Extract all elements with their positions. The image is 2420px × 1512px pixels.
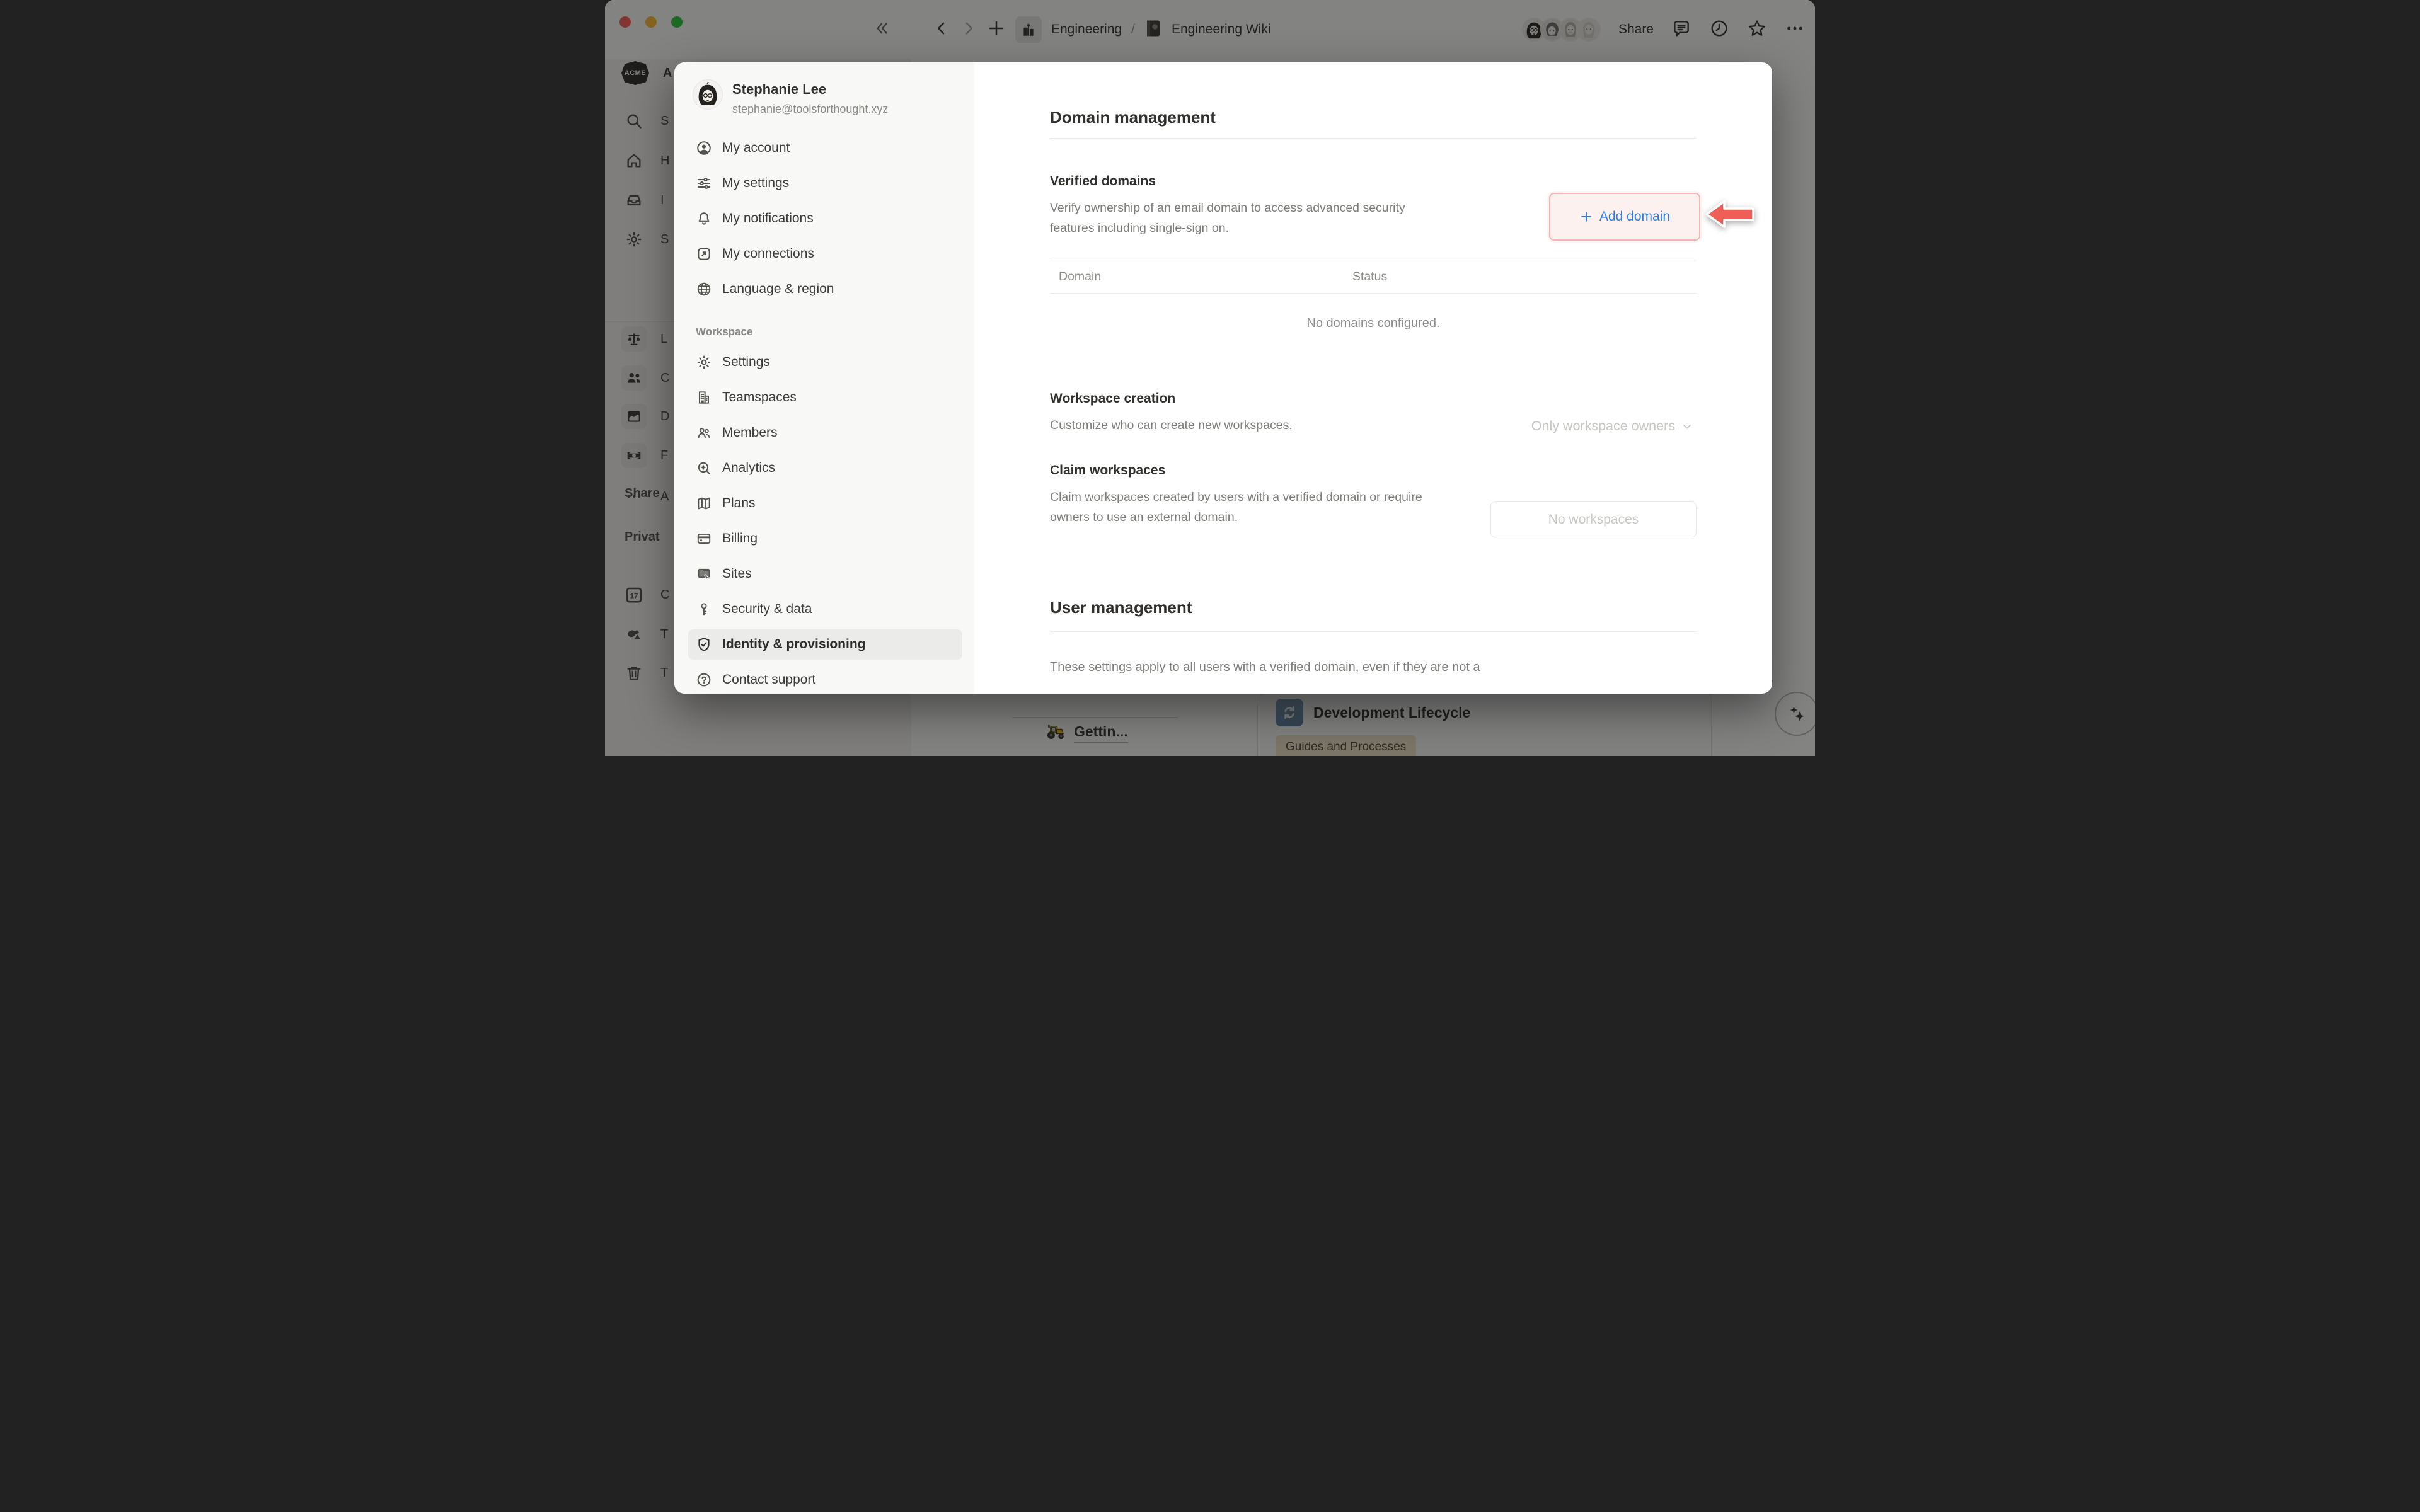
settings-nav-my-account[interactable]: My account xyxy=(688,133,962,163)
sliders-icon xyxy=(696,175,712,192)
bell-icon xyxy=(696,210,712,227)
settings-nav-my-settings[interactable]: My settings xyxy=(688,168,962,198)
settings-nav-sites[interactable]: Sites xyxy=(688,559,962,589)
page-title: Domain management xyxy=(1050,108,1697,127)
settings-nav-billing[interactable]: Billing xyxy=(688,524,962,554)
map-icon xyxy=(696,495,712,512)
user-email: stephanie@toolsforthought.xyz xyxy=(732,103,888,116)
column-status: Status xyxy=(1352,270,1387,284)
settings-nav-teamspaces[interactable]: Teamspaces xyxy=(688,382,962,413)
verified-domains-title: Verified domains xyxy=(1050,174,1697,189)
question-circle-icon xyxy=(696,672,712,688)
verified-domains-description: Verify ownership of an email domain to a… xyxy=(1050,198,1419,238)
user-name: Stephanie Lee xyxy=(732,81,888,98)
shield-check-icon xyxy=(696,636,712,653)
no-workspaces-button[interactable]: No workspaces xyxy=(1490,501,1697,537)
browser-cursor-icon xyxy=(696,566,712,582)
credit-card-icon xyxy=(696,530,712,547)
person-circle-icon xyxy=(696,140,712,156)
add-domain-button[interactable]: Add domain xyxy=(1549,193,1700,241)
gear-icon xyxy=(696,354,712,370)
globe-icon xyxy=(696,281,712,297)
user-management-title: User management xyxy=(1050,598,1697,617)
magnifier-sparkle-icon xyxy=(696,460,712,476)
workspace-section-header: Workspace xyxy=(696,326,962,338)
annotation-arrow-icon xyxy=(1704,199,1756,232)
building-icon xyxy=(696,389,712,406)
settings-nav-my-connections[interactable]: My connections xyxy=(688,239,962,269)
settings-nav-members[interactable]: Members xyxy=(688,418,962,448)
divider xyxy=(1050,631,1697,632)
claim-workspaces-title: Claim workspaces xyxy=(1050,463,1697,478)
settings-content: Domain management Verified domains Verif… xyxy=(974,62,1772,694)
domains-empty-state: No domains configured. xyxy=(1050,316,1697,331)
user-avatar xyxy=(693,80,722,109)
workspace-creation-select[interactable]: Only workspace owners xyxy=(1531,418,1693,434)
column-domain: Domain xyxy=(1050,270,1352,284)
arrow-up-right-box-icon xyxy=(696,246,712,262)
settings-nav-identity-provisioning[interactable]: Identity & provisioning xyxy=(688,629,962,660)
domains-table-header: Domain Status xyxy=(1050,260,1697,294)
chevron-down-icon xyxy=(1681,421,1693,432)
settings-modal: Stephanie Lee stephanie@toolsforthought.… xyxy=(674,62,1772,694)
workspace-creation-title: Workspace creation xyxy=(1050,391,1697,406)
settings-nav-security-data[interactable]: Security & data xyxy=(688,594,962,624)
settings-nav-analytics[interactable]: Analytics xyxy=(688,453,962,483)
settings-nav-language-region[interactable]: Language & region xyxy=(688,274,962,304)
settings-nav-my-notifications[interactable]: My notifications xyxy=(688,203,962,234)
settings-nav-contact-support[interactable]: Contact support xyxy=(688,665,962,694)
people-icon xyxy=(696,425,712,441)
settings-nav-plans[interactable]: Plans xyxy=(688,488,962,518)
app-window: Engineering / Engineering Wiki Share ACM… xyxy=(605,0,1815,756)
settings-nav-workspace-settings[interactable]: Settings xyxy=(688,347,962,377)
plus-icon xyxy=(1579,210,1593,224)
divider xyxy=(1050,138,1697,139)
claim-workspaces-description: Claim workspaces created by users with a… xyxy=(1050,487,1434,527)
settings-sidebar: Stephanie Lee stephanie@toolsforthought.… xyxy=(674,62,974,694)
account-header: Stephanie Lee stephanie@toolsforthought.… xyxy=(693,80,962,125)
key-icon xyxy=(696,601,712,617)
user-management-description-clipped: These settings apply to all users with a… xyxy=(1050,660,1697,675)
